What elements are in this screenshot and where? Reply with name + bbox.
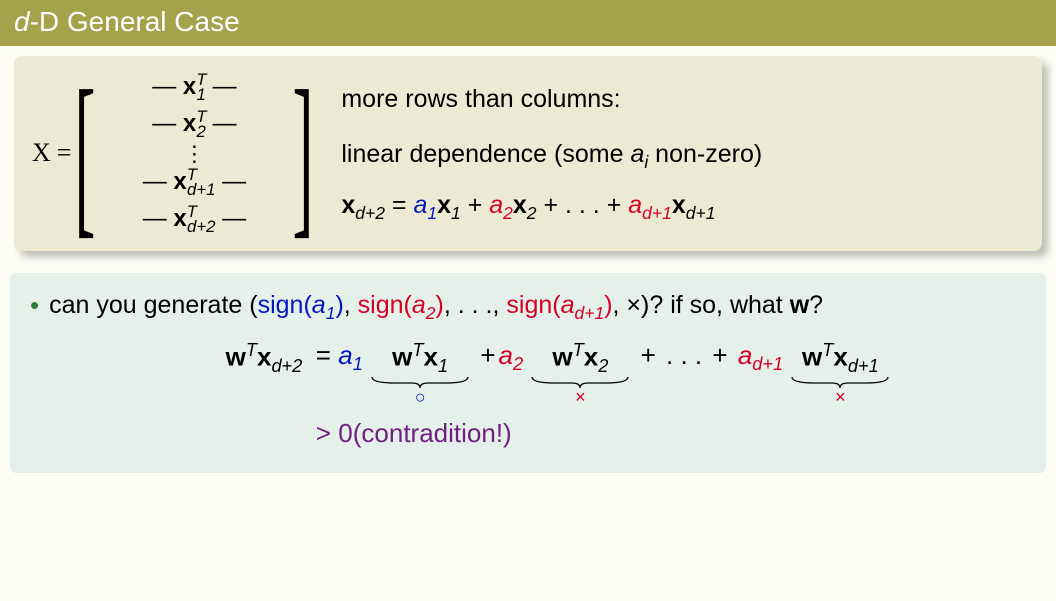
eq-lhs: wTxd+2: [90, 340, 308, 377]
X-label: X: [32, 138, 51, 168]
under-times: ×: [835, 387, 846, 408]
slide: d-D General Case X = [ — xT1 — — xT2 — ⋮: [0, 0, 1056, 601]
eq-contradiction: 0(contradition!): [338, 418, 1026, 449]
eq-rhs: a1 wTx1 ○ +a2 wTx2 × + . . . + ad+1 wTxd…: [338, 340, 1026, 408]
matrix-row-2: — xT2 —: [152, 107, 236, 142]
side-line-2: linear dependence (some ai non-zero): [341, 133, 762, 178]
equation-block: wTxd+2 = a1 wTx1 ○ +a2 wTx2 × + . . . +: [90, 340, 1026, 449]
term-1: wTx1 ○: [370, 340, 470, 408]
side-line-1: more rows than columns:: [341, 78, 762, 121]
matrix-vdots: ⋮: [183, 144, 205, 164]
matrix-side-text: more rows than columns: linear dependenc…: [341, 78, 762, 228]
bullet-dot-icon: •: [30, 291, 39, 320]
equals-sign: =: [57, 138, 72, 168]
side-equation: xd+2 = a1x1 + a2x2 + . . . + ad+1xd+1: [341, 184, 762, 229]
title-bar: d-D General Case: [0, 0, 1056, 46]
title-d: d: [14, 6, 30, 37]
bullet-item: • can you generate (sign(a1), sign(a2), …: [30, 291, 1026, 324]
under-times: ×: [575, 387, 586, 408]
bullet-text: can you generate (sign(a1), sign(a2), . …: [49, 291, 823, 324]
title-text: -D General Case: [30, 6, 240, 37]
bottom-block: • can you generate (sign(a1), sign(a2), …: [10, 273, 1046, 473]
matrix-equation: X = [ — xT1 — — xT2 — ⋮ — xTd+1 —: [32, 70, 311, 237]
eq-gt: >: [308, 418, 338, 449]
term-dp1: wTxd+1 ×: [790, 340, 890, 408]
matrix-row-1: — xT1 —: [152, 70, 236, 105]
term-2: wTx2 ×: [530, 340, 630, 408]
matrix-row-dp1: — xTd+1 —: [143, 165, 246, 200]
matrix-rows: — xT1 — — xT2 — ⋮ — xTd+1 — — xTd+2: [99, 70, 289, 237]
eq-eq: =: [308, 340, 338, 371]
matrix-block: X = [ — xT1 — — xT2 — ⋮ — xTd+1 —: [14, 56, 1042, 251]
matrix-row-dp2: — xTd+2 —: [143, 202, 246, 237]
left-bracket: [: [75, 86, 96, 221]
under-circle: ○: [415, 387, 426, 408]
right-bracket: ]: [293, 86, 314, 221]
